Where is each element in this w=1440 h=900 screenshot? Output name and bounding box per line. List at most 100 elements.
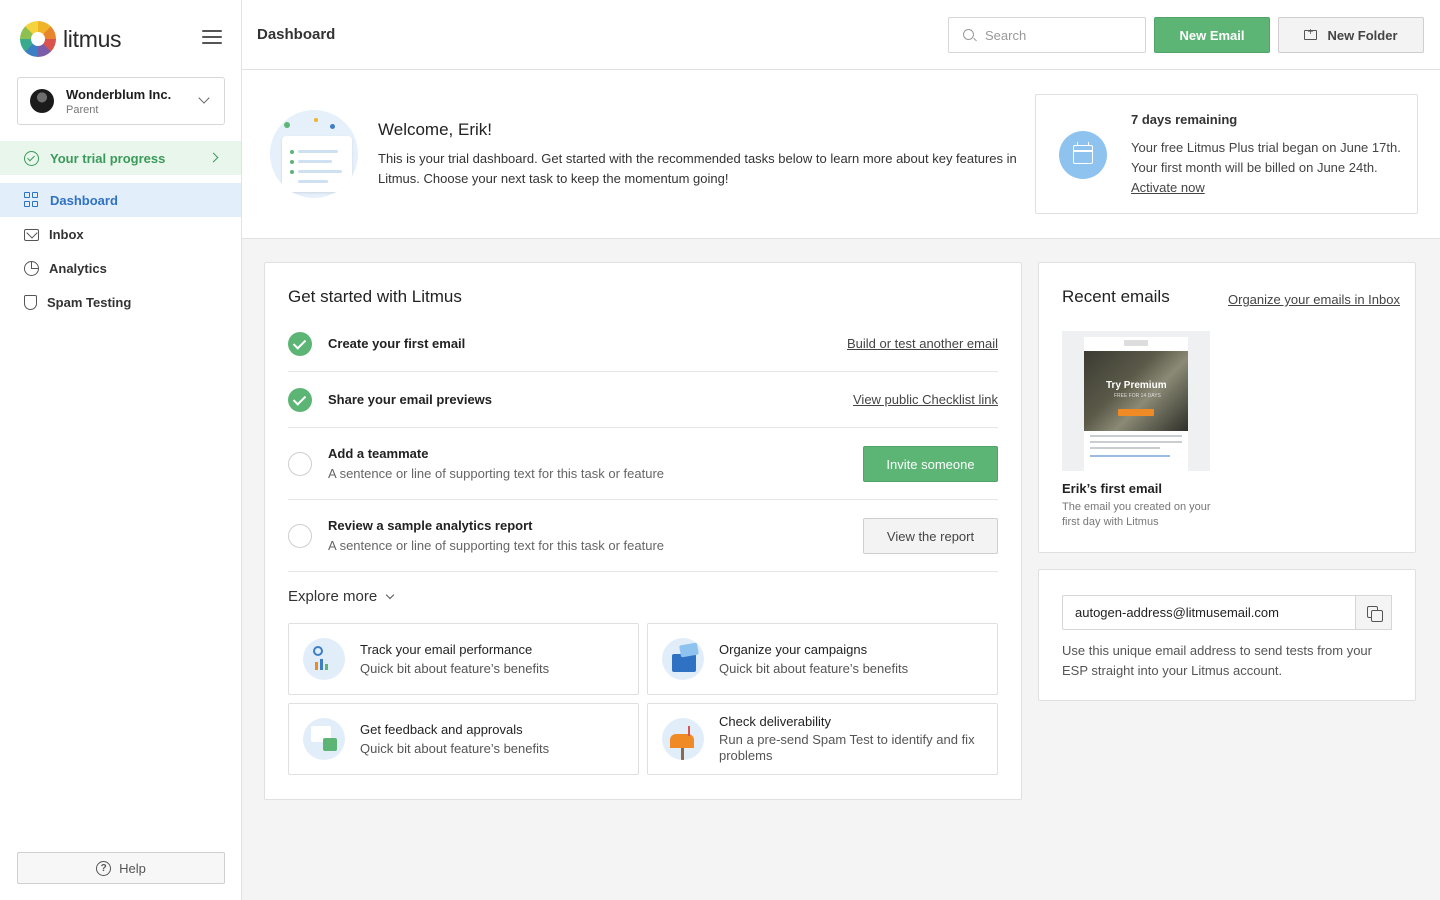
task-row: Add a teammate A sentence or line of sup… bbox=[288, 428, 998, 500]
chart-icon bbox=[303, 638, 345, 680]
logo-text: litmus bbox=[63, 25, 122, 52]
check-circle-icon bbox=[24, 150, 39, 166]
task-incomplete-icon bbox=[288, 524, 312, 548]
view-report-button[interactable]: View the report bbox=[863, 518, 998, 554]
task-title: Add a teammate bbox=[328, 446, 429, 461]
task-title: Review a sample analytics report bbox=[328, 518, 533, 533]
chevron-down-icon bbox=[385, 590, 395, 599]
trial-days-remaining: 7 days remaining bbox=[1131, 112, 1238, 127]
autogen-description: Use this unique email address to send te… bbox=[1062, 643, 1372, 678]
analytics-icon bbox=[24, 260, 39, 276]
shield-icon bbox=[24, 294, 37, 310]
top-bar: Dashboard New Email New Folder bbox=[242, 0, 1440, 70]
trial-status-box: 7 days remaining Your free Litmus Plus t… bbox=[1035, 94, 1418, 214]
task-row: Review a sample analytics report A sente… bbox=[288, 500, 998, 572]
feature-subtitle: Run a pre-send Spam Test to identify and… bbox=[719, 732, 975, 763]
sidebar-item-inbox[interactable]: Inbox bbox=[0, 217, 241, 251]
task-action-link[interactable]: View public Checklist link bbox=[853, 392, 998, 407]
sidebar-item-spam-testing[interactable]: Spam Testing bbox=[0, 285, 241, 319]
sidebar-item-dashboard[interactable]: Dashboard bbox=[0, 183, 241, 217]
account-switcher[interactable]: Wonderblum Inc. Parent bbox=[17, 77, 225, 125]
new-folder-label: New Folder bbox=[1327, 27, 1398, 43]
dashboard-illustration bbox=[270, 110, 358, 198]
feature-card[interactable]: Organize your campaigns Quick bit about … bbox=[647, 623, 998, 695]
feature-card[interactable]: Check deliverability Run a pre-send Spam… bbox=[647, 703, 998, 775]
litmus-logo-icon bbox=[20, 21, 56, 57]
trial-body: Your free Litmus Plus trial began on Jun… bbox=[1131, 138, 1403, 198]
invite-someone-button[interactable]: Invite someone bbox=[863, 446, 998, 482]
sidebar-item-label: Inbox bbox=[49, 226, 84, 242]
explore-more-label: Explore more bbox=[288, 588, 378, 605]
task-action-link[interactable]: Build or test another email bbox=[847, 336, 998, 351]
feature-title: Check deliverability bbox=[719, 714, 831, 729]
check-complete-icon bbox=[288, 388, 312, 412]
logo[interactable]: litmus bbox=[20, 20, 224, 58]
copy-icon bbox=[1367, 606, 1383, 622]
approval-icon bbox=[303, 718, 345, 760]
account-name: Wonderblum Inc. bbox=[66, 86, 172, 102]
feature-title: Organize your campaigns bbox=[719, 642, 868, 657]
recent-emails-title: Recent emails bbox=[1062, 287, 1170, 306]
feature-subtitle: Quick bit about feature’s benefits bbox=[360, 661, 550, 676]
task-subtitle: A sentence or line of supporting text fo… bbox=[328, 538, 665, 553]
explore-more-toggle[interactable]: Explore more bbox=[288, 588, 395, 605]
avatar bbox=[30, 89, 54, 113]
sidebar-item-label: Dashboard bbox=[50, 192, 118, 208]
copy-button[interactable] bbox=[1355, 595, 1392, 630]
mailbox-icon bbox=[662, 718, 704, 760]
folder-plus-icon bbox=[1304, 27, 1318, 40]
organize-inbox-link[interactable]: Organize your emails in Inbox bbox=[1228, 292, 1400, 307]
thumbnail-headline: Try Premium bbox=[1106, 380, 1167, 391]
help-label: Help bbox=[119, 860, 146, 876]
task-row: Create your first email Build or test an… bbox=[288, 316, 998, 372]
task-incomplete-icon bbox=[288, 452, 312, 476]
feature-subtitle: Quick bit about feature’s benefits bbox=[719, 661, 909, 676]
sidebar-item-analytics[interactable]: Analytics bbox=[0, 251, 241, 285]
feature-subtitle: Quick bit about feature’s benefits bbox=[360, 741, 550, 756]
check-complete-icon bbox=[288, 332, 312, 356]
search-input[interactable] bbox=[985, 26, 1135, 44]
chevron-down-icon bbox=[198, 92, 210, 104]
welcome-banner: Welcome, Erik! This is your trial dashbo… bbox=[242, 70, 1440, 239]
account-role: Parent bbox=[66, 103, 99, 116]
feature-card[interactable]: Track your email performance Quick bit a… bbox=[288, 623, 639, 695]
sidebar-item-label: Analytics bbox=[49, 260, 107, 276]
folder-icon bbox=[662, 638, 704, 680]
new-email-button[interactable]: New Email bbox=[1154, 17, 1270, 53]
calendar-icon bbox=[1073, 142, 1093, 164]
help-icon: ? bbox=[96, 860, 112, 876]
email-thumbnail[interactable]: Try Premium FREE FOR 14 DAYS bbox=[1062, 331, 1210, 471]
welcome-body: This is your trial dashboard. Get starte… bbox=[378, 151, 1017, 186]
search-icon bbox=[963, 29, 974, 40]
menu-icon[interactable] bbox=[202, 30, 224, 46]
task-subtitle: A sentence or line of supporting text fo… bbox=[328, 466, 665, 481]
email-name[interactable]: Erik’s first email bbox=[1062, 481, 1162, 496]
feature-card[interactable]: Get feedback and approvals Quick bit abo… bbox=[288, 703, 639, 775]
autogen-address-field[interactable]: autogen-address@litmusemail.com bbox=[1062, 595, 1392, 630]
email-description: The email you created on your first day … bbox=[1062, 501, 1211, 528]
welcome-title: Welcome, Erik! bbox=[378, 120, 492, 139]
dashboard-icon bbox=[24, 192, 40, 208]
trial-text: Your free Litmus Plus trial began on Jun… bbox=[1131, 140, 1401, 175]
get-started-card: Get started with Litmus Create your firs… bbox=[264, 262, 1022, 800]
search-box[interactable] bbox=[948, 17, 1146, 53]
activate-now-link[interactable]: Activate now bbox=[1131, 180, 1205, 195]
autogen-address-value: autogen-address@litmusemail.com bbox=[1075, 605, 1279, 620]
trial-progress-label: Your trial progress bbox=[50, 150, 166, 166]
feature-title: Track your email performance bbox=[360, 642, 533, 657]
task-title: Share your email previews bbox=[328, 392, 493, 407]
new-folder-button[interactable]: New Folder bbox=[1278, 17, 1424, 53]
autogen-address-card: autogen-address@litmusemail.com Use this… bbox=[1038, 569, 1416, 701]
task-row: Share your email previews View public Ch… bbox=[288, 372, 998, 428]
thumbnail-subline: FREE FOR 14 DAYS bbox=[1114, 393, 1161, 399]
recent-emails-card: Recent emails Organize your emails in In… bbox=[1038, 262, 1416, 553]
trial-progress-link[interactable]: Your trial progress bbox=[0, 141, 241, 175]
sidebar-item-label: Spam Testing bbox=[47, 294, 132, 310]
feature-title: Get feedback and approvals bbox=[360, 722, 523, 737]
get-started-title: Get started with Litmus bbox=[288, 287, 462, 306]
sidebar: litmus Wonderblum Inc. Parent Your trial… bbox=[0, 0, 242, 900]
calendar-badge bbox=[1059, 131, 1107, 179]
task-title: Create your first email bbox=[328, 336, 466, 351]
help-button[interactable]: ? Help bbox=[17, 852, 225, 884]
chevron-right-icon bbox=[208, 152, 219, 163]
